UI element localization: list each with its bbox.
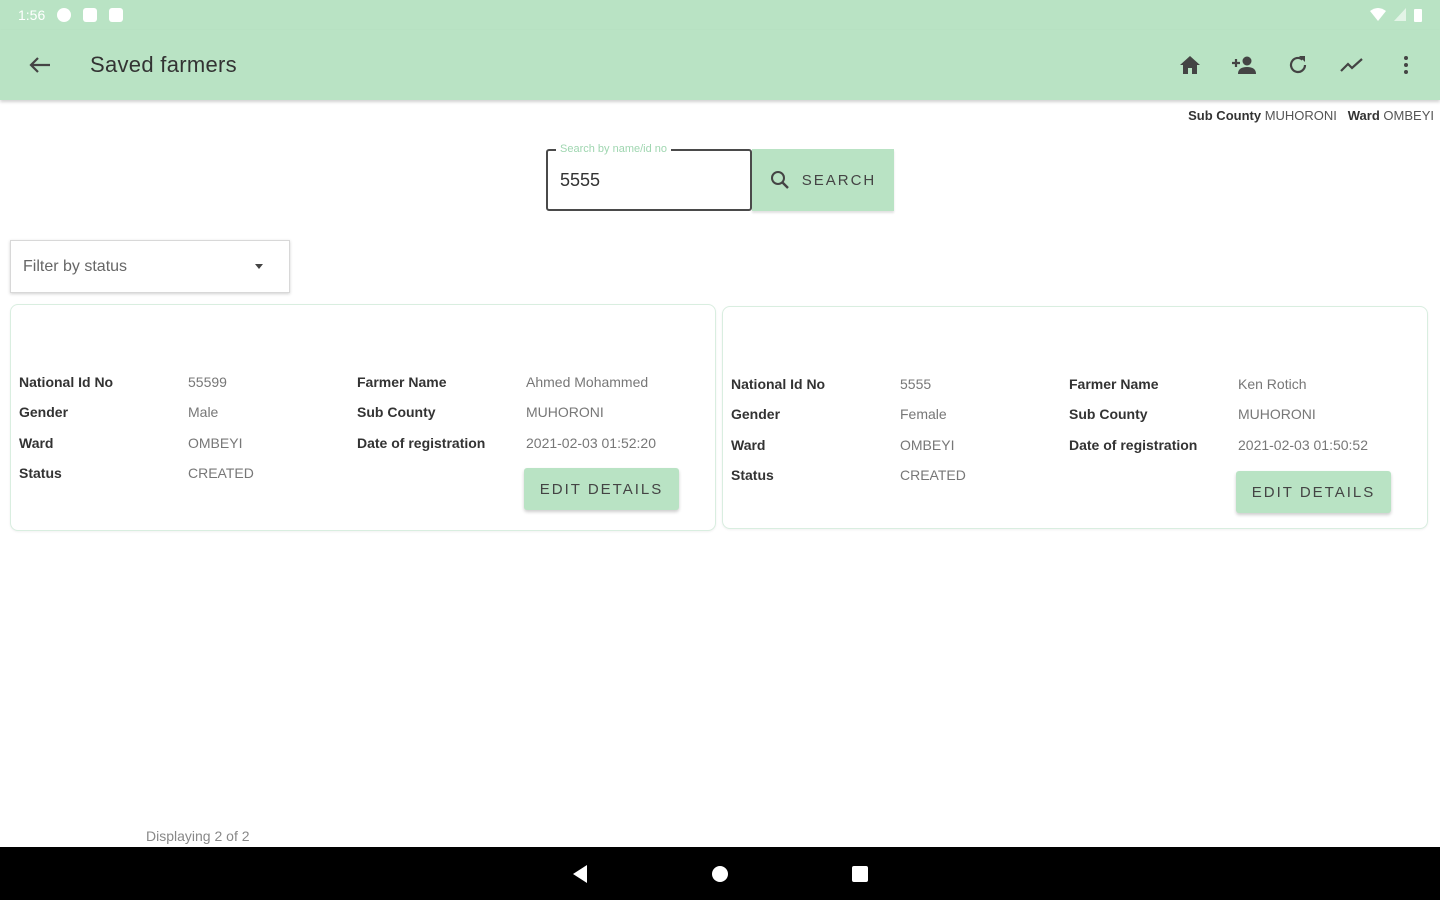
battery-icon [1414, 9, 1422, 22]
edit-details-button[interactable]: EDIT DETAILS [1236, 471, 1391, 513]
date-registration-label: Date of registration [357, 435, 486, 451]
card-row: Status CREATED [19, 465, 357, 481]
card-row: Gender Female Sub County MUHORONI [731, 406, 1407, 422]
status-bar: 1:56 [0, 0, 1440, 30]
search-bar: Search by name/id no SEARCH [546, 143, 894, 211]
farmer-card: National Id No 55599 Farmer Name Ahmed M… [10, 304, 716, 531]
app-notification-icon [83, 8, 98, 22]
home-icon[interactable] [1176, 51, 1204, 79]
farmer-name-label: Farmer Name [357, 374, 447, 390]
nav-recents-icon[interactable] [845, 859, 875, 889]
card-row: Ward OMBEYI Date of registration 2021-02… [19, 435, 695, 451]
status-value: CREATED [188, 465, 254, 481]
farmer-name-value: Ahmed Mohammed [526, 374, 649, 390]
national-id-label: National Id No [731, 376, 826, 392]
search-button-label: SEARCH [801, 171, 877, 189]
ward-value: OMBEYI [900, 437, 955, 453]
farmer-name-label: Farmer Name [1069, 376, 1159, 392]
ward-value: OMBEYI [188, 435, 243, 451]
farmer-card: National Id No 5555 Farmer Name Ken Roti… [722, 306, 1428, 529]
date-registration-value: 2021-02-03 01:52:20 [526, 435, 656, 451]
ward-label: Ward [19, 435, 54, 451]
results-count: Displaying 2 of 2 [146, 828, 250, 844]
farmer-name-value: Ken Rotich [1238, 376, 1307, 392]
sd-card-icon [109, 8, 124, 22]
gender-label: Gender [731, 406, 781, 422]
card-row: National Id No 5555 Farmer Name Ken Roti… [731, 376, 1407, 392]
sub-county-label: Sub County [1069, 406, 1148, 422]
sub-county-value: MUHORONI [1238, 406, 1316, 422]
ward-label: Ward [1347, 108, 1380, 123]
status-label: Status [19, 465, 62, 481]
back-arrow-icon[interactable] [26, 51, 54, 79]
more-vert-icon[interactable] [1392, 51, 1420, 79]
wifi-icon [1370, 8, 1386, 21]
search-button[interactable]: SEARCH [752, 149, 894, 211]
sub-county-label: Sub County [1188, 108, 1262, 123]
card-row: Ward OMBEYI Date of registration 2021-02… [731, 437, 1407, 453]
national-id-label: National Id No [19, 374, 114, 390]
search-field: Search by name/id no [546, 143, 752, 211]
app-bar: Saved farmers [0, 30, 1440, 100]
sub-county-value: MUHORONI [1264, 108, 1337, 123]
gender-label: Gender [19, 404, 69, 420]
edit-details-button[interactable]: EDIT DETAILS [524, 468, 679, 510]
status-label: Status [731, 467, 774, 483]
add-person-icon[interactable] [1230, 51, 1258, 79]
sub-county-label: Sub County [357, 404, 436, 420]
search-input[interactable] [548, 151, 750, 209]
trending-up-icon[interactable] [1338, 51, 1366, 79]
signal-icon [1394, 8, 1406, 21]
nav-home-icon[interactable] [705, 859, 735, 889]
dropdown-arrow-icon [255, 264, 263, 269]
card-row: National Id No 55599 Farmer Name Ahmed M… [19, 374, 695, 390]
filter-placeholder: Filter by status [23, 257, 128, 275]
settings-notification-icon [57, 8, 72, 22]
national-id-value: 55599 [188, 374, 227, 390]
ward-label: Ward [731, 437, 766, 453]
location-info: Sub County MUHORONI Ward OMBEYI [1188, 108, 1434, 123]
nav-back-icon[interactable] [565, 859, 595, 889]
date-registration-value: 2021-02-03 01:50:52 [1238, 437, 1368, 453]
national-id-value: 5555 [900, 376, 932, 392]
gender-value: Female [900, 406, 947, 422]
card-row: Status CREATED [731, 467, 1069, 483]
filter-status-dropdown[interactable]: Filter by status [10, 240, 290, 293]
search-field-label: Search by name/id no [556, 143, 672, 155]
card-row: Gender Male Sub County MUHORONI [19, 404, 695, 420]
sub-county-value: MUHORONI [526, 404, 604, 420]
date-registration-label: Date of registration [1069, 437, 1198, 453]
system-nav-bar [0, 847, 1440, 900]
search-icon [770, 171, 789, 189]
page-title: Saved farmers [90, 52, 237, 77]
status-time: 1:56 [18, 7, 46, 23]
status-value: CREATED [900, 467, 966, 483]
gender-value: Male [188, 404, 219, 420]
refresh-icon[interactable] [1284, 51, 1312, 79]
ward-value: OMBEYI [1383, 108, 1434, 123]
